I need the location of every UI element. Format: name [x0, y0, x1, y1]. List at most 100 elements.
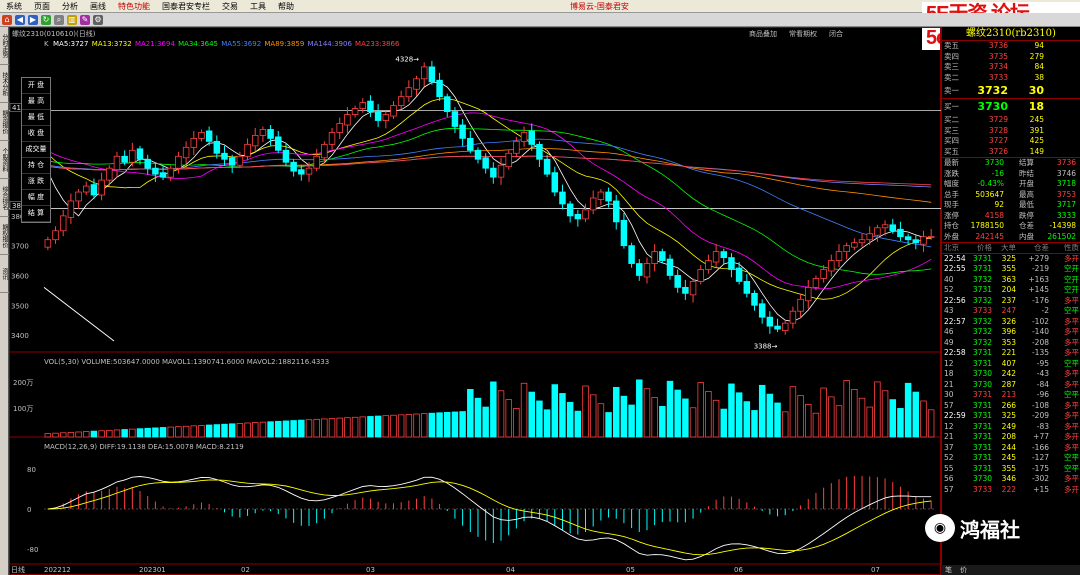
ask1-price[interactable]: 3732 — [964, 83, 1008, 98]
quote-header: 螺纹2310(rb2310) — [942, 27, 1080, 41]
candle-body — [797, 298, 804, 312]
menu-item[interactable]: 页面 — [28, 0, 56, 13]
volume-bar — [275, 420, 282, 438]
refresh-icon[interactable]: ↻ — [41, 14, 51, 25]
left-tab[interactable]: 个股资料 — [0, 141, 9, 179]
volume-bar — [359, 416, 367, 438]
volume-bar — [152, 427, 159, 438]
kline-chart[interactable]: 螺纹2310(010610)(日线) 商品叠加 常看期权 闭合 K MA5:3727 MA1… — [9, 27, 941, 575]
ask-row-price[interactable]: 3734 — [964, 62, 1008, 73]
side-panel-item[interactable]: 幅 度 — [22, 190, 50, 206]
bid-row-price[interactable]: 3728 — [964, 126, 1008, 137]
ma-legend: MA89:3859 — [264, 40, 304, 48]
tick-nature: 多平 — [1064, 400, 1079, 410]
bid-row-label: 买三 — [944, 125, 959, 135]
tick-oi-change: -135 — [1031, 348, 1049, 357]
quote-bottom-tab[interactable]: 价 — [960, 565, 967, 575]
tick-oi-change: -302 — [1031, 474, 1049, 483]
ma-legend: MA144:3906 — [308, 40, 353, 48]
tick-time: 52 — [944, 453, 954, 462]
bid-row-price[interactable]: 3729 — [964, 115, 1008, 126]
chart-icon[interactable]: ▥ — [67, 14, 77, 25]
menu-item[interactable]: 帮助 — [272, 0, 300, 13]
tick-time: 22:59 — [944, 411, 966, 420]
menu-item[interactable]: 国泰君安专栏 — [156, 0, 216, 13]
volume-bar — [490, 381, 497, 438]
candle-body — [221, 152, 228, 160]
bid-row: 买三 3728 391 — [942, 126, 1080, 137]
ma-legend: MA13:3732 — [92, 40, 132, 48]
left-tab[interactable]: 期权报价 — [0, 217, 9, 255]
side-panel-item[interactable]: 结 算 — [22, 206, 50, 222]
ma-label-prefix: K — [44, 40, 49, 48]
side-panel-item[interactable]: 成交量 — [22, 142, 50, 158]
volume-bar — [774, 402, 781, 438]
left-tab[interactable]: 分时走势 — [0, 27, 9, 65]
candle-body — [175, 155, 182, 169]
menu-item[interactable]: 系统 — [0, 0, 28, 13]
candle-body — [582, 209, 589, 220]
side-panel-item[interactable]: 开 盘 — [22, 78, 50, 94]
ask-row-price[interactable]: 3733 — [964, 73, 1008, 84]
candle-body — [328, 132, 336, 145]
volume-bar — [106, 429, 113, 438]
menu-item[interactable]: 交易 — [216, 0, 244, 13]
tick-price: 3731 — [972, 453, 992, 462]
volume-bar — [228, 423, 236, 438]
left-tab[interactable]: 期货报价 — [0, 103, 9, 141]
menu-item[interactable]: 分析 — [56, 0, 84, 13]
tick-time: 40 — [944, 274, 954, 284]
tick-time: 22:56 — [944, 295, 966, 305]
forward-icon[interactable]: ▶ — [28, 14, 38, 25]
volume-bar — [828, 396, 835, 438]
quote-bottom-tab[interactable]: 笔 — [945, 565, 952, 575]
chart-canvas[interactable]: 螺纹2310(010610)(日线) 商品叠加 常看期权 闭合 K MA5:3727 MA1… — [9, 27, 941, 575]
side-panel-item[interactable]: 涨 跌 — [22, 174, 50, 190]
draw-icon[interactable]: ✎ — [80, 14, 90, 25]
candle-body — [712, 251, 720, 263]
candle-body — [244, 143, 251, 157]
menu-item[interactable]: 工具 — [244, 0, 272, 13]
candle-body — [751, 292, 758, 306]
side-panel-item[interactable]: 持 仓 — [22, 158, 50, 174]
chart-title: 螺纹2310(010610)(日线) — [12, 29, 96, 38]
bid-row-price[interactable]: 3727 — [964, 136, 1008, 147]
tick-time: 22:57 — [944, 316, 966, 326]
volume-bar — [167, 426, 174, 438]
chart-side-panel: 开 盘最 高最 低收 盘成交量持 仓涨 跌幅 度结 算 — [21, 77, 51, 223]
side-panel-item[interactable]: 最 低 — [22, 110, 50, 126]
side-panel-item[interactable]: 收 盘 — [22, 126, 50, 142]
tick-price: 3732 — [972, 295, 992, 305]
volume-bar — [789, 386, 797, 438]
stat-label: 昨结 — [1019, 168, 1034, 178]
ask-row-price[interactable]: 3735 — [964, 52, 1008, 63]
side-panel-item[interactable]: 最 高 — [22, 94, 50, 110]
tick-volume: 326 — [1001, 316, 1016, 326]
volume-bar — [758, 384, 766, 438]
bid-row-price[interactable]: 3726 — [964, 147, 1008, 158]
volume-bar — [559, 393, 566, 438]
left-tab[interactable]: 技术分析 — [0, 65, 9, 103]
home-icon[interactable]: ⌂ — [2, 14, 12, 25]
tick-row: 22:55 3731 355 -219 空开 — [942, 264, 1080, 275]
left-tab[interactable]: 资讯 — [0, 255, 9, 293]
tick-oi-change: -43 — [1036, 369, 1049, 378]
stat-label: 最新 — [944, 158, 959, 167]
ask-row-price[interactable]: 3736 — [964, 41, 1008, 52]
volume-bar — [175, 426, 182, 438]
search-icon[interactable]: ⌕ — [54, 14, 64, 25]
volume-bar — [636, 379, 643, 438]
tick-header-cell: 仓差 — [1034, 243, 1049, 252]
stat-row: 涨停 4158 跌停 3333 — [942, 211, 1080, 222]
candle-body — [474, 149, 482, 160]
stat-label: 最高 — [1019, 189, 1034, 199]
volume-bar — [44, 433, 52, 438]
volume-bar — [374, 415, 382, 438]
back-icon[interactable]: ◀ — [15, 14, 25, 25]
bid1-price[interactable]: 3730 — [964, 99, 1008, 115]
settings-icon[interactable]: ⚙ — [93, 14, 103, 25]
wechat-icon: ◉ — [925, 514, 955, 542]
menu-item[interactable]: 特色功能 — [112, 0, 156, 13]
menu-item[interactable]: 画线 — [84, 0, 112, 13]
left-tab[interactable]: 综合排名 — [0, 179, 9, 217]
